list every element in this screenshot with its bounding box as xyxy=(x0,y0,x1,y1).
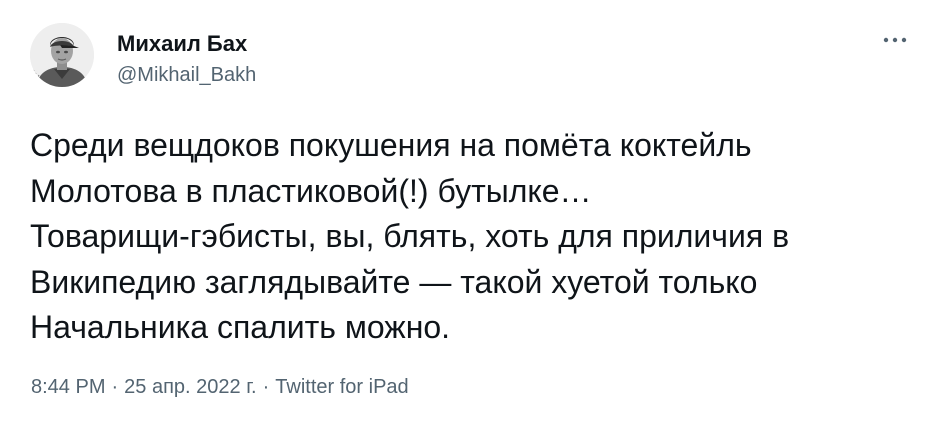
author-handle[interactable]: @Mikhail_Bakh xyxy=(117,63,256,87)
tweet-time-link[interactable]: 8:44 PM xyxy=(31,376,105,398)
meta-separator: · xyxy=(262,376,270,398)
author-name[interactable]: Михаил Бах xyxy=(117,31,247,57)
more-options-button[interactable] xyxy=(878,28,912,52)
tweet-card: Михаил Бах @Mikhail_Bakh Среди вещдоков … xyxy=(0,0,926,432)
tweet-meta: 8:44 PM · 25 апр. 2022 г. · Twitter for iPad xyxy=(31,375,409,399)
avatar[interactable] xyxy=(30,23,94,87)
tweet-date-link[interactable]: 25 апр. 2022 г. xyxy=(124,376,256,398)
tweet-source-link[interactable]: Twitter for iPad xyxy=(275,376,408,398)
tweet-text: Среди вещдоков покушения на помёта кокте… xyxy=(30,127,790,345)
meta-separator: · xyxy=(111,376,119,398)
more-dots-icon xyxy=(883,37,907,43)
avatar-image xyxy=(30,23,94,87)
